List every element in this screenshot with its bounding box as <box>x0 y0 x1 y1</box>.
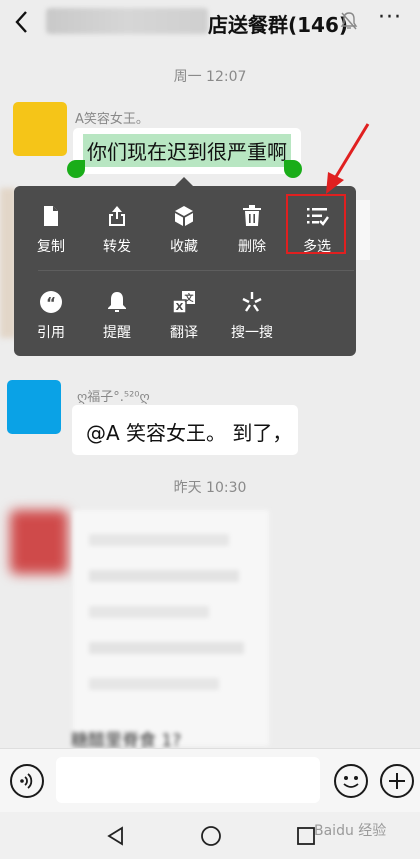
voice-icon <box>20 773 33 789</box>
quote-icon: “ <box>40 291 62 313</box>
plus-icon <box>389 773 405 789</box>
menu-label: 引用 <box>37 325 65 341</box>
voice-button[interactable] <box>10 764 44 798</box>
avatar[interactable] <box>13 102 67 156</box>
bell-icon <box>108 292 126 312</box>
avatar[interactable] <box>7 380 61 434</box>
obscured-bubble <box>356 200 370 260</box>
nav-back-icon[interactable] <box>106 826 126 846</box>
menu-forward[interactable]: 转发 <box>84 204 150 266</box>
annotation-highlight-box <box>286 194 346 254</box>
emoji-button[interactable] <box>334 764 368 798</box>
translate-icon: X文 <box>172 291 195 314</box>
chat-title[interactable]: 店送餐群(146) <box>208 9 348 38</box>
emoji-icon <box>343 776 359 788</box>
copy-icon <box>44 206 58 226</box>
svg-text:X: X <box>176 302 184 313</box>
menu-favorite[interactable]: 收藏 <box>151 204 217 266</box>
selection-handle-start[interactable] <box>67 160 85 178</box>
input-bar <box>0 748 420 812</box>
annotation-arrow-icon <box>326 123 370 194</box>
plus-button[interactable] <box>380 764 414 798</box>
menu-label: 删除 <box>238 239 266 255</box>
search-spark-icon <box>242 292 262 312</box>
menu-label: 转发 <box>103 239 131 255</box>
timestamp: 周一 12:07 <box>173 69 247 85</box>
menu-label: 收藏 <box>170 239 198 255</box>
timestamp: 昨天 10:30 <box>173 480 247 496</box>
nav-home-icon[interactable] <box>200 825 222 847</box>
menu-search[interactable]: 搜一搜 <box>219 290 285 352</box>
chat-header: 店送餐群(146) ··· <box>0 0 420 44</box>
trash-icon <box>243 205 261 226</box>
nav-recents-icon[interactable] <box>296 826 316 846</box>
message-text-selected: 你们现在迟到很严重啊 <box>83 134 291 167</box>
message-bubble[interactable]: 你们现在迟到很严重啊 <box>73 128 301 174</box>
favorite-cube-icon <box>175 206 193 226</box>
menu-label: 提醒 <box>103 325 131 341</box>
message-text: @A 笑容女王。 到了， <box>86 421 293 445</box>
forward-icon <box>109 206 125 226</box>
menu-delete[interactable]: 删除 <box>219 204 285 266</box>
selection-handle-end[interactable] <box>284 160 302 178</box>
menu-divider <box>38 270 354 271</box>
bell-off-icon <box>340 12 358 30</box>
menu-copy[interactable]: 复制 <box>18 204 84 266</box>
menu-remind[interactable]: 提醒 <box>84 290 150 352</box>
sender-name: ღ福子°.⁵²⁰ღ <box>77 390 150 405</box>
group-name-blurred <box>46 8 208 34</box>
message-input[interactable] <box>56 757 320 803</box>
menu-label: 搜一搜 <box>231 325 273 341</box>
blurred-avatar <box>10 510 68 574</box>
svg-text:“: “ <box>46 294 56 312</box>
watermark: Baidu 经验 <box>314 823 387 839</box>
menu-label: 复制 <box>37 239 65 255</box>
blurred-message-bubble[interactable]: 糖醋里脊食 1? <box>71 510 269 751</box>
svg-text:文: 文 <box>183 292 194 304</box>
back-icon[interactable] <box>12 9 32 35</box>
more-icon[interactable]: ··· <box>376 7 404 34</box>
menu-translate[interactable]: X文 翻译 <box>151 290 217 352</box>
sender-name: A笑容女王。 <box>75 112 149 127</box>
message-bubble[interactable]: @A 笑容女王。 到了， <box>72 405 298 455</box>
system-nav-bar: Baidu 经验 <box>0 812 420 859</box>
menu-label: 翻译 <box>170 325 198 341</box>
menu-quote[interactable]: “ 引用 <box>18 290 84 352</box>
